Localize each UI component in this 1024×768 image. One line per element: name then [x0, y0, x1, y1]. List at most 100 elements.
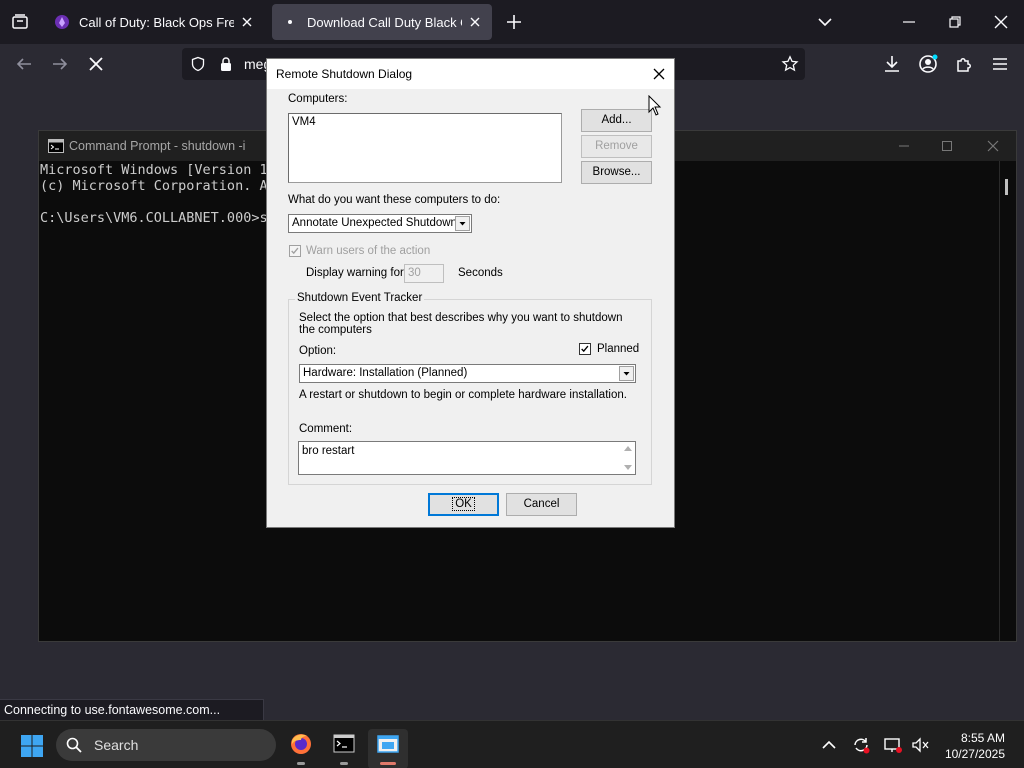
- new-tab-icon[interactable]: [502, 10, 526, 34]
- search-placeholder: Search: [94, 737, 139, 753]
- search-icon: [66, 737, 82, 753]
- active-indicator: [380, 762, 396, 765]
- command-prompt-icon: [333, 734, 355, 753]
- warning-seconds-input[interactable]: 30: [404, 264, 444, 283]
- ok-button[interactable]: OK: [428, 493, 499, 516]
- close-tab-icon[interactable]: [240, 15, 254, 29]
- cancel-button-label: Cancel: [523, 498, 560, 510]
- sync-icon[interactable]: [851, 735, 871, 755]
- taskbar-app-firefox[interactable]: [281, 729, 321, 768]
- tab-list-icon[interactable]: [8, 10, 32, 34]
- hamburger-menu-icon[interactable]: [988, 52, 1012, 76]
- status-text: Connecting to use.fontawesome.com...: [4, 703, 221, 717]
- tracker-group-title: Shutdown Event Tracker: [295, 292, 425, 304]
- list-item[interactable]: VM4: [292, 116, 558, 128]
- running-indicator: [297, 762, 305, 765]
- taskbar-app-remote-shutdown[interactable]: [368, 729, 408, 768]
- network-speaker-icon[interactable]: [910, 735, 930, 755]
- planned-checkbox[interactable]: [579, 343, 591, 355]
- browser-tab-strip: Call of Duty: Black Ops Free Do Download…: [0, 0, 1024, 44]
- cancel-button[interactable]: Cancel: [506, 493, 577, 516]
- display-warning-label: Display warning for: [306, 267, 404, 279]
- option-label: Option:: [299, 345, 337, 357]
- ok-button-label: OK: [452, 497, 475, 511]
- windows-taskbar: Search 8:55 AM 10/27/2025: [0, 720, 1024, 768]
- browser-status-panel: Connecting to use.fontawesome.com...: [0, 699, 264, 721]
- browser-tab-download[interactable]: Download Call Duty Black Ops S: [272, 4, 492, 40]
- scroll-arrows-icon[interactable]: [623, 444, 633, 472]
- add-button[interactable]: Add...: [581, 109, 652, 132]
- restore-icon[interactable]: [943, 10, 967, 34]
- add-button-label: Add...: [601, 114, 632, 126]
- shield-icon[interactable]: [190, 56, 206, 72]
- call-of-duty-favicon: [55, 15, 69, 29]
- reason-option-value: Hardware: Installation (Planned): [303, 367, 468, 379]
- warning-seconds-value: 30: [408, 267, 421, 279]
- close-icon[interactable]: [650, 65, 668, 83]
- console-output: Microsoft Windows [Version 10 (c) Microso…: [40, 162, 276, 226]
- firefox-icon: [291, 734, 311, 754]
- command-prompt-title: Command Prompt - shutdown -i: [69, 139, 246, 153]
- dialog-titlebar[interactable]: Remote Shutdown Dialog: [267, 59, 674, 89]
- action-label: What do you want these computers to do:: [288, 194, 501, 206]
- console-scrollbar-track[interactable]: [999, 161, 1000, 641]
- taskbar-search-box[interactable]: Search: [56, 729, 276, 761]
- computers-list[interactable]: VM4: [288, 113, 562, 183]
- console-scrollbar-thumb[interactable]: [1005, 179, 1008, 195]
- remove-button-label: Remove: [595, 140, 638, 152]
- warn-users-label: Warn users of the action: [306, 245, 431, 257]
- computers-label: Computers:: [288, 93, 348, 105]
- clock-time: 8:55 AM: [960, 731, 1005, 745]
- checkmark-icon: [581, 345, 589, 353]
- console-line: C:\Users\VM6.COLLABNET.000>sh: [40, 210, 276, 226]
- tab-title: Download Call Duty Black Ops S: [307, 14, 462, 30]
- minimize-icon[interactable]: [897, 10, 921, 34]
- lock-icon[interactable]: [218, 56, 234, 72]
- mouse-cursor-icon: [648, 95, 662, 116]
- system-clock[interactable]: 8:55 AM 10/27/2025: [945, 730, 1005, 762]
- tab-title: Call of Duty: Black Ops Free Do: [79, 14, 234, 30]
- display-icon[interactable]: [883, 735, 903, 755]
- reason-option-select[interactable]: Hardware: Installation (Planned): [299, 364, 636, 383]
- bookmark-star-icon[interactable]: [781, 55, 799, 73]
- extensions-icon[interactable]: [952, 52, 976, 76]
- dropdown-arrow-icon[interactable]: [455, 216, 470, 231]
- browse-button-label: Browse...: [592, 166, 641, 178]
- browse-button[interactable]: Browse...: [581, 161, 652, 184]
- warn-users-checkbox[interactable]: [289, 245, 301, 257]
- clock-date: 10/27/2025: [944, 747, 1005, 761]
- close-window-icon[interactable]: [989, 10, 1013, 34]
- account-icon[interactable]: [916, 52, 940, 76]
- planned-label: Planned: [597, 343, 640, 355]
- close-window-icon[interactable]: [985, 138, 1001, 154]
- seconds-label: Seconds: [458, 267, 503, 279]
- remote-shutdown-dialog: Remote Shutdown Dialog Computers: VM4 Ad…: [266, 58, 675, 528]
- comment-textarea[interactable]: bro restart: [298, 441, 636, 475]
- forward-icon[interactable]: [48, 52, 72, 76]
- dropdown-arrow-icon[interactable]: [619, 366, 634, 381]
- running-indicator: [340, 762, 348, 765]
- remove-button[interactable]: Remove: [581, 135, 652, 158]
- maximize-icon[interactable]: [939, 138, 955, 154]
- option-description: A restart or shutdown to begin or comple…: [299, 389, 627, 401]
- minimize-icon[interactable]: [896, 138, 912, 154]
- checkmark-icon: [291, 247, 299, 255]
- comment-text: bro restart: [302, 445, 355, 457]
- comment-label: Comment:: [299, 423, 353, 435]
- taskbar-app-command-prompt[interactable]: [324, 729, 364, 768]
- action-select[interactable]: Annotate Unexpected Shutdown: [288, 214, 472, 233]
- back-icon[interactable]: [12, 52, 36, 76]
- tracker-description: Select the option that best describes wh…: [299, 312, 623, 336]
- windows-start-icon[interactable]: [20, 734, 44, 758]
- chevron-up-icon[interactable]: [819, 735, 839, 755]
- command-prompt-icon: [48, 139, 64, 153]
- downloads-icon[interactable]: [880, 52, 904, 76]
- stop-loading-icon[interactable]: [84, 52, 108, 76]
- browser-tab-cod[interactable]: Call of Duty: Black Ops Free Do: [44, 4, 264, 40]
- close-tab-icon[interactable]: [468, 15, 482, 29]
- console-line: ​: [40, 194, 276, 210]
- dialog-title: Remote Shutdown Dialog: [276, 67, 413, 81]
- remote-shutdown-app-icon: [377, 735, 399, 753]
- console-line: Microsoft Windows [Version 10: [40, 162, 276, 178]
- chevron-down-icon[interactable]: [815, 12, 835, 32]
